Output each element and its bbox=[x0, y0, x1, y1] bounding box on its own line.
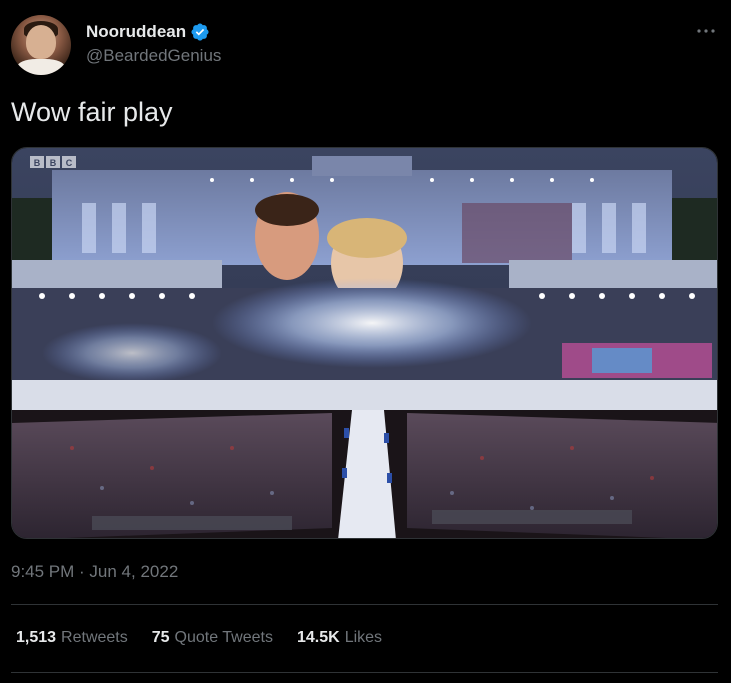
quote-tweets-stat[interactable]: 75 Quote Tweets bbox=[152, 629, 273, 647]
svg-text:B: B bbox=[50, 158, 57, 168]
tweet-media-image[interactable]: B B C bbox=[11, 147, 718, 539]
handle[interactable]: @BeardedGenius bbox=[86, 46, 221, 66]
tweet-text: Wow fair play bbox=[11, 97, 173, 127]
divider-top bbox=[11, 604, 718, 605]
likes-stat[interactable]: 14.5K Likes bbox=[297, 629, 382, 647]
bbc-logo: B B C bbox=[30, 156, 76, 168]
more-horizontal-icon[interactable] bbox=[695, 24, 717, 38]
likes-label: Likes bbox=[344, 629, 383, 646]
verified-badge-icon bbox=[191, 23, 209, 41]
retweets-stat[interactable]: 1,513 Retweets bbox=[16, 629, 128, 647]
quote-tweets-count: 75 bbox=[151, 629, 170, 646]
likes-count: 14.5K bbox=[296, 629, 340, 646]
user-block: Nooruddean @BeardedGenius bbox=[86, 20, 221, 66]
quote-tweets-label: Quote Tweets bbox=[174, 629, 273, 646]
divider-bottom bbox=[11, 672, 718, 673]
svg-text:C: C bbox=[66, 158, 73, 168]
retweets-label: Retweets bbox=[61, 629, 128, 646]
svg-text:B: B bbox=[34, 158, 41, 168]
concert-scene-image: B B C bbox=[12, 148, 717, 538]
avatar[interactable] bbox=[11, 15, 71, 75]
avatar-face bbox=[26, 25, 56, 59]
engagement-stats: 1,513 Retweets 75 Quote Tweets 14.5K Lik… bbox=[16, 629, 406, 647]
tweet-detail: Nooruddean @BeardedGenius Wow fair play bbox=[0, 0, 731, 683]
retweets-count: 1,513 bbox=[16, 629, 57, 646]
display-name[interactable]: Nooruddean bbox=[86, 22, 186, 42]
avatar-shirt bbox=[17, 59, 65, 75]
tweet-timestamp[interactable]: 9:45 PM · Jun 4, 2022 bbox=[11, 562, 178, 582]
name-row: Nooruddean bbox=[86, 20, 221, 44]
